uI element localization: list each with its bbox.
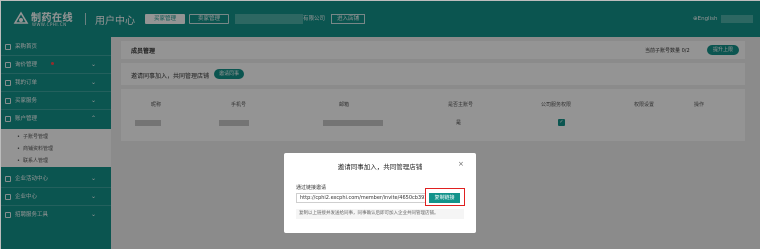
- modal-title: 邀请同事加入，共同管理店铺: [337, 163, 423, 171]
- invite-link-field[interactable]: http://cphi2.excphi.com/member/invite/46…: [296, 193, 426, 203]
- close-icon[interactable]: ×: [458, 160, 464, 168]
- page-frame: 制药在线 WWW.CPHI.CN 用户中心 买家管理 卖家管理 有限公司 进入店…: [0, 0, 760, 249]
- copy-link-button[interactable]: 复制链接: [429, 193, 460, 203]
- copy-hint-text: 复制以上链接并发送给同事，同事确认后即可加入企业共同管理店铺。: [296, 209, 464, 219]
- link-invite-label: 通过链接邀请: [296, 185, 327, 191]
- invite-modal: 邀请同事加入，共同管理店铺 × 通过链接邀请 http://cphi2.excp…: [284, 153, 476, 233]
